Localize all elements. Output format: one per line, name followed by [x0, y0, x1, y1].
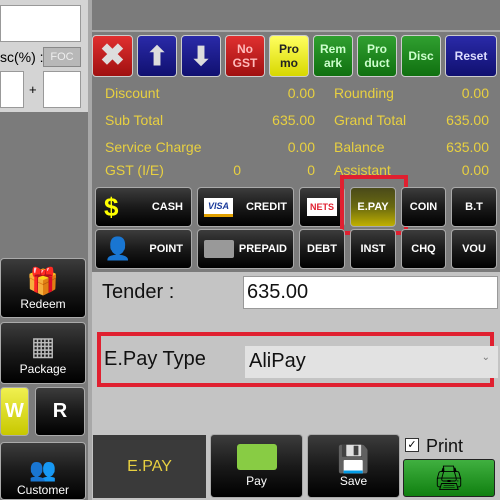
subtotal-value: 635.00: [272, 112, 315, 128]
assistant-value: 0.00: [461, 162, 489, 178]
cheque-button[interactable]: CHQ: [401, 229, 446, 269]
arrow-up-icon: ⬆: [146, 41, 168, 71]
point-button[interactable]: 👤 POINT: [95, 229, 192, 269]
balance-label: Balance: [334, 139, 385, 155]
save-label: Save: [339, 474, 368, 488]
epay-type-label: E.Pay Type: [104, 348, 206, 370]
plus-label: +: [29, 82, 37, 97]
divider: [92, 30, 500, 32]
epay-highlight: [340, 175, 408, 235]
print-button[interactable]: 🖨: [403, 459, 495, 497]
person-icon: 👤: [104, 236, 132, 261]
customer-label: Customer: [16, 483, 69, 497]
chevron-down-icon: ⌄: [481, 352, 490, 363]
nets-logo: NETS: [306, 198, 337, 216]
visa-card-icon: VISA: [204, 197, 234, 217]
prepaid-button[interactable]: PREPAID: [197, 229, 294, 269]
pay-button[interactable]: Pay: [210, 434, 303, 498]
floppy-disk-icon: 💾: [337, 444, 370, 474]
money-icon: [236, 444, 277, 470]
subtotal-label: Sub Total: [105, 112, 164, 128]
cash-button[interactable]: $ CASH: [95, 187, 192, 227]
customer-icon: 👥: [29, 457, 57, 482]
promo-button[interactable]: Pro mo: [269, 35, 309, 77]
w-button[interactable]: W: [0, 387, 29, 436]
arrow-down-icon: ⬇: [190, 41, 212, 71]
product-button[interactable]: Pro duct: [357, 35, 397, 77]
grand-total-label: Grand Total: [334, 112, 407, 128]
delete-button[interactable]: ✖: [92, 35, 133, 77]
disc-percent-label: sc(%) :: [0, 49, 44, 65]
discount-value: 0.00: [287, 85, 315, 101]
rounding-label: Rounding: [334, 85, 394, 101]
debt-button[interactable]: DEBT: [299, 229, 345, 269]
dollar-icon: $: [104, 191, 119, 222]
note-field[interactable]: [0, 5, 81, 42]
redeem-label: Redeem: [20, 296, 66, 311]
point-label: POINT: [149, 243, 183, 255]
service-charge-value: 0.00: [287, 139, 315, 155]
redeem-button[interactable]: 🎁 Redeem: [0, 258, 86, 318]
gst-exclusive-value: 0: [307, 162, 315, 178]
credit-button[interactable]: VISA CREDIT: [197, 187, 294, 227]
package-icon: ▦: [30, 330, 56, 361]
pay-label: Pay: [246, 474, 267, 488]
gift-icon: 🎁: [26, 265, 60, 296]
print-checkbox[interactable]: ✓: [405, 438, 419, 452]
disc-amount-field[interactable]: [0, 71, 24, 108]
credit-label: CREDIT: [246, 201, 287, 213]
package-label: Package: [19, 361, 67, 376]
payment-mode-indicator: E.PAY: [93, 435, 206, 498]
reset-button[interactable]: Reset: [445, 35, 497, 77]
gst-inclusive-value: 0: [233, 162, 241, 178]
service-charge-label: Service Charge: [105, 139, 202, 155]
cash-label: CASH: [151, 201, 183, 213]
r-button[interactable]: R: [35, 387, 85, 436]
coin-button[interactable]: COIN: [401, 187, 446, 227]
package-button[interactable]: ▦ Package: [0, 322, 86, 384]
tender-label: Tender :: [102, 281, 175, 303]
tender-input[interactable]: 635.00: [243, 276, 498, 309]
disc-percent-field[interactable]: [43, 71, 81, 108]
customer-button[interactable]: 👥 Customer: [0, 442, 86, 500]
no-gst-button[interactable]: No GST: [225, 35, 265, 77]
discount-label: Discount: [105, 85, 160, 101]
installment-button[interactable]: INST: [350, 229, 396, 269]
printer-icon: 🖨: [433, 464, 465, 492]
up-button[interactable]: ⬆: [137, 35, 177, 77]
down-button[interactable]: ⬇: [181, 35, 221, 77]
epay-type-select[interactable]: AliPay ⌄: [245, 346, 498, 378]
prepaid-card-icon: [204, 240, 234, 258]
nets-button[interactable]: NETS: [299, 187, 345, 227]
prepaid-label: PREPAID: [238, 243, 287, 255]
save-button[interactable]: 💾 Save: [307, 434, 400, 498]
close-icon: ✖: [99, 39, 126, 72]
bank-transfer-button[interactable]: B.T: [451, 187, 497, 227]
rounding-value: 0.00: [461, 85, 489, 101]
print-label: Print: [426, 436, 464, 456]
epay-type-value: AliPay: [249, 350, 306, 372]
gst-label: GST (I/E): [105, 162, 164, 178]
foc-button[interactable]: FOC: [43, 47, 81, 67]
voucher-button[interactable]: VOU: [451, 229, 497, 269]
balance-value: 635.00: [446, 139, 489, 155]
remark-button[interactable]: Rem ark: [313, 35, 353, 77]
grand-total-value: 635.00: [446, 112, 489, 128]
disc-button[interactable]: Disc: [401, 35, 441, 77]
